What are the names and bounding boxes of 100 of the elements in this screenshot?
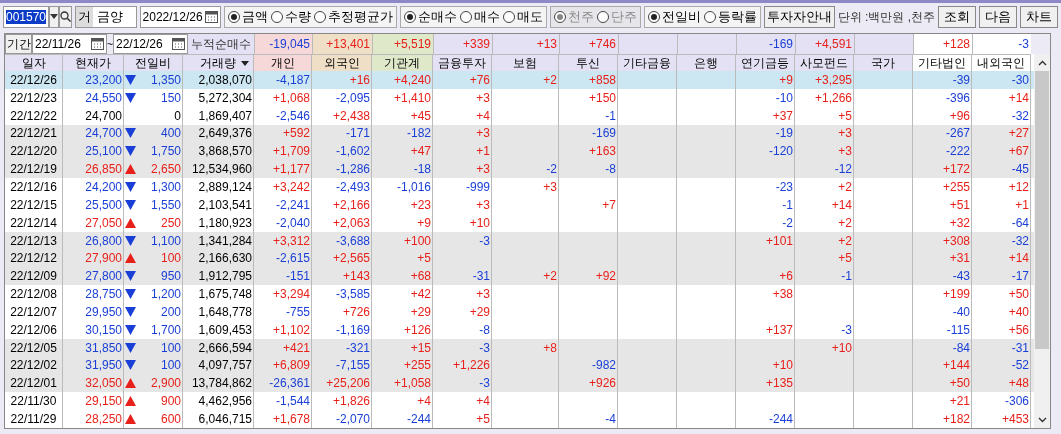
column-header[interactable]: 기타금융 (618, 54, 677, 71)
radio-option[interactable]: 매수 (459, 6, 500, 27)
table-row[interactable]: 22/12/01 32,050 2,900 13,784,862 -26,361 +25,206 +1,058 -3 +926 +135 +50 +48 (5, 374, 1034, 393)
column-header[interactable]: 투신 (559, 54, 618, 71)
table-cell-text: +2,438 (332, 107, 370, 125)
table-cell-text: +14 (1008, 89, 1029, 107)
table-cell-text: +592 (282, 125, 310, 143)
summary-cell: +128 (913, 34, 972, 54)
table-cell-text: +1,058 (393, 375, 431, 393)
table-cell-text: +2 (543, 268, 557, 286)
table-cell-text: +126 (403, 321, 431, 339)
table-cell-text: +4 (476, 107, 490, 125)
radio-option[interactable]: 추정평균가 (313, 6, 393, 27)
table-cell-text: 1,300 (150, 179, 181, 196)
market-badge: 거 (76, 6, 94, 27)
table-cell-text: +31 (949, 250, 970, 268)
table-cell-text: +5 (838, 250, 852, 268)
radio-option[interactable]: 수량 (270, 6, 311, 27)
column-header[interactable]: 기타법인 (913, 54, 972, 71)
toolbar-button[interactable]: 다음 (979, 5, 1017, 28)
column-header[interactable]: 연기금등 (736, 54, 795, 71)
table-cell-text: -244 (768, 410, 793, 428)
calendar-icon[interactable] (172, 38, 185, 50)
table-cell-text: +421 (282, 339, 310, 357)
table-row[interactable]: 22/12/26 23,200 1,350 2,038,070 -4,187 +16 +4,240 +76 +2 +858 +9 +3,295 -39 -30 (5, 71, 1034, 89)
dropdown-button[interactable] (49, 5, 60, 28)
column-header[interactable]: 전일비 (124, 54, 183, 71)
radio-option[interactable]: 매도 (502, 6, 543, 27)
table-cell-text: -2,095 (335, 89, 370, 107)
table-row[interactable]: 22/12/19 26,850 2,650 12,534,960 +1,177 -1,286 -18 +3 -2 -8 -12 +172 -45 (5, 160, 1034, 179)
column-header[interactable]: 기관계 (372, 54, 433, 71)
table-cell-text: -182 (406, 125, 431, 143)
table-cell: 25,500 (63, 195, 124, 214)
table-cell-text: -1,016 (396, 179, 431, 196)
table-cell-text: +12 (1008, 179, 1029, 196)
table-cell: 29,950 (63, 302, 124, 321)
to-date-field[interactable]: 22/12/26 (113, 34, 188, 54)
table-cell-text: -30 (1011, 71, 1029, 89)
table-cell: 6,046,715 (183, 410, 254, 428)
search-button[interactable] (59, 5, 73, 28)
scrollbar-thumb[interactable] (1035, 71, 1049, 349)
caret-icon[interactable] (241, 61, 249, 66)
table-row[interactable]: 22/12/12 27,900 100 2,166,630 -2,615 +2,565 +5 +5 +31 +14 (5, 249, 1034, 268)
table-cell-text: +38 (772, 286, 793, 304)
table-cell-text: +3,312 (272, 232, 310, 250)
table-cell-text: -755 (285, 303, 310, 321)
scroll-down-icon[interactable] (1037, 416, 1047, 423)
table-cell-text: +45 (410, 107, 431, 125)
column-header[interactable]: 일자 (5, 54, 63, 71)
column-header[interactable]: 보험 (492, 54, 559, 71)
column-header[interactable]: 은행 (677, 54, 736, 71)
table-cell-text: -3,585 (335, 286, 370, 304)
table-cell-text: +137 (765, 321, 793, 339)
date-field[interactable]: 2022/12/26 (139, 5, 221, 28)
column-header[interactable]: 현재가 (63, 54, 124, 71)
table-row[interactable]: 22/12/20 25,100 1,750 3,868,570 +1,709 -1,602 +47 +1 +163 -120 +3 -222 +67 (5, 142, 1034, 161)
table-cell-text: -3 (479, 375, 490, 393)
from-date-field[interactable]: 22/11/26 (32, 34, 107, 54)
table-cell-text: +3 (476, 286, 490, 304)
table-cell: 2,038,070 (183, 71, 254, 89)
table-cell-text: +23 (410, 196, 431, 214)
radio-option[interactable]: 순매수 (403, 6, 457, 27)
column-header[interactable]: 금융투자 (433, 54, 492, 71)
table-cell-text: +1,068 (272, 89, 310, 107)
table-cell: 28,750 (63, 285, 124, 303)
table-cell-text: +172 (942, 161, 970, 179)
stock-name-field[interactable]: 거 금양 (75, 5, 137, 28)
toolbar-button[interactable]: 차트 (1020, 5, 1058, 28)
table-cell-text: -4 (605, 410, 616, 428)
table-cell-text: -2 (782, 214, 793, 232)
column-header[interactable]: 개인 (254, 54, 312, 71)
column-header[interactable]: 사모펀드 (795, 54, 854, 71)
column-header[interactable]: 외국인 (312, 54, 372, 71)
table-cell-text: -19 (775, 125, 793, 143)
table-cell-text: +15 (410, 339, 431, 357)
radio-option[interactable]: 등락률 (703, 6, 757, 27)
toolbar-button[interactable]: 조회 (938, 5, 976, 28)
table-cell-text: -267 (945, 125, 970, 143)
radio-option[interactable]: 전일비 (647, 6, 701, 27)
table-row[interactable]: 22/12/09 27,800 950 1,912,795 -151 +143 +68 -31 +2 +92 +6 -1 -43 -17 (5, 267, 1034, 286)
table-cell: 1,869,407 (183, 106, 254, 125)
table-cell-text: -1 (841, 268, 852, 286)
scrollbar[interactable] (1034, 54, 1050, 428)
column-header[interactable]: 거래량 (183, 54, 254, 71)
table-cell-text: 250 (160, 214, 181, 232)
table-cell-text: -1 (782, 196, 793, 214)
column-header[interactable]: 내외국인 (972, 54, 1031, 71)
stock-code-field[interactable]: 001570 (3, 5, 50, 28)
column-header[interactable]: 국가 (854, 54, 913, 71)
table-cell-text: +2 (838, 179, 852, 196)
calendar-icon[interactable] (91, 38, 104, 50)
table-cell-text: +37 (772, 107, 793, 125)
investor-guide-button[interactable]: 투자자안내 (763, 5, 835, 28)
table-cell-text: +3 (476, 196, 490, 214)
radio-option[interactable]: 금액 (227, 6, 268, 27)
calendar-icon[interactable] (204, 10, 218, 23)
table-cell-text: +3,295 (814, 71, 852, 89)
table-cell-text: +68 (410, 268, 431, 286)
table-cell-text: 1,100 (150, 232, 181, 250)
scroll-up-icon[interactable] (1037, 60, 1047, 66)
